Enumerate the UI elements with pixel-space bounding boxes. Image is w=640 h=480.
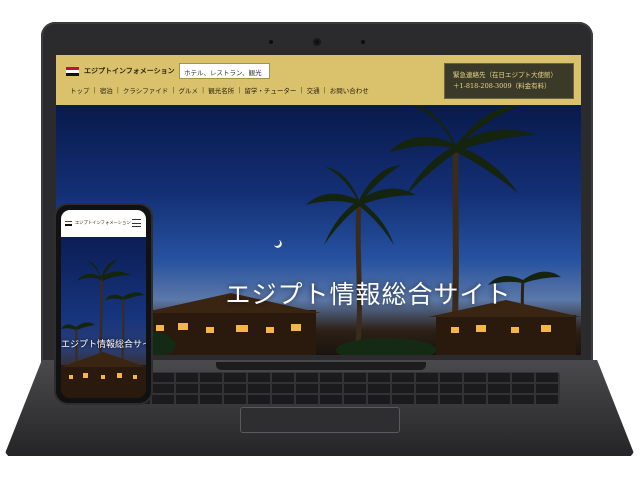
emergency-contact-box: 緊急連絡先（在日エジプト大使館） ＋1-818-208-3009（料金有料） — [444, 63, 574, 99]
sensor-dot — [269, 40, 273, 44]
emergency-phone[interactable]: ＋1-818-208-3009（料金有料） — [453, 81, 565, 92]
mobile-hero-image: エジプト情報総合サイト — [61, 237, 146, 398]
nav-item-top[interactable]: トップ — [70, 85, 90, 95]
mobile-header: エジプトインフォメーション — [61, 210, 146, 237]
hamburger-menu-icon[interactable] — [132, 219, 141, 227]
nav-item-gourmet[interactable]: グルメ — [178, 85, 198, 95]
nav-item-stay[interactable]: 宿泊 — [100, 85, 113, 95]
nav-item-classified[interactable]: クラシファイド — [123, 85, 168, 95]
phone-screen: エジプトインフォメーション エジプト情報総合サ — [61, 210, 146, 398]
webcam-icon — [313, 38, 321, 46]
nav-item-transport[interactable]: 交通 — [307, 85, 320, 95]
mobile-palm-scene — [61, 260, 146, 398]
smartphone: エジプトインフォメーション エジプト情報総合サ — [54, 203, 153, 405]
nav-item-sightseeing[interactable]: 観光名所 — [208, 85, 234, 95]
mobile-hero-title: エジプト情報総合サイト — [61, 340, 146, 350]
main-nav: トップ | 宿泊 | クラシファイド | グルメ | 観光名所 | 留学・チューター | 交… — [70, 85, 369, 95]
nav-item-study[interactable]: 留学・チューター — [244, 85, 296, 95]
site-logo[interactable]: エジプトインフォメーション — [66, 66, 175, 76]
mobile-site-name: エジプトインフォメーション — [75, 221, 131, 226]
sensor-dot — [361, 40, 365, 44]
egypt-flag-icon — [66, 66, 79, 76]
mobile-logo[interactable]: エジプトインフォメーション — [65, 220, 131, 226]
site-name: エジプトインフォメーション — [84, 66, 175, 75]
nav-item-contact[interactable]: お問い合わせ — [330, 85, 369, 95]
search-input[interactable]: ホテル、レストラン、観光 — [179, 63, 270, 79]
laptop-hinge — [216, 362, 426, 370]
site-header: エジプトインフォメーション ホテル、レストラン、観光 トップ | 宿泊 | クラシフ… — [56, 55, 581, 105]
emergency-title: 緊急連絡先（在日エジプト大使館） — [453, 71, 557, 79]
touchpad — [240, 407, 400, 433]
egypt-flag-icon — [65, 220, 72, 226]
crescent-moon-icon — [274, 240, 282, 248]
